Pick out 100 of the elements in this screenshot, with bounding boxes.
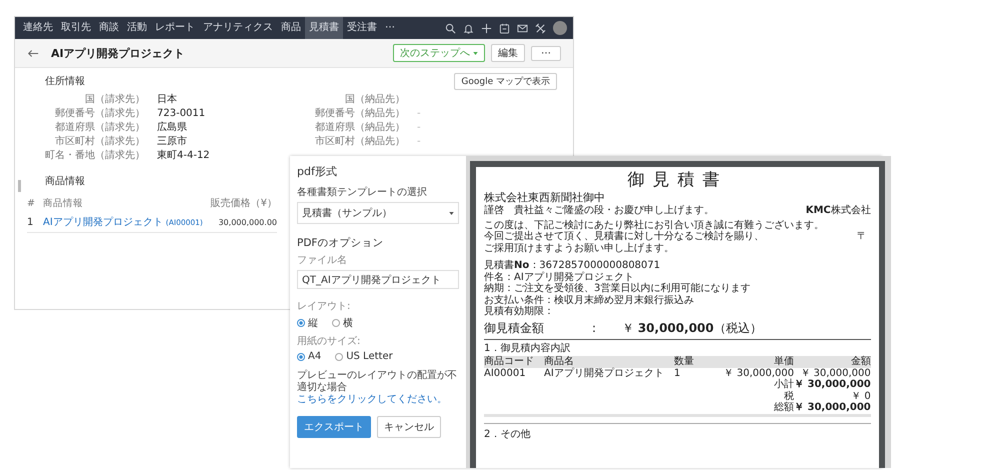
search-icon[interactable] (445, 22, 456, 34)
field-value: 東町4-4-12 (157, 148, 211, 162)
map-button[interactable]: Google マップで表示 (454, 72, 557, 90)
edit-button[interactable]: 編集 (491, 44, 525, 62)
resize-handle[interactable] (18, 180, 21, 192)
field-value: - (417, 122, 422, 132)
table-cell-text: AIアプリ開発プロジェクト (544, 368, 665, 379)
table-cell-text: AI00001 (484, 368, 527, 379)
nav-tab[interactable]: 活動 (123, 17, 151, 39)
amount-value: ￥ 30,000,000（税込） (622, 320, 762, 336)
radio-label: A4 (308, 351, 322, 362)
cancel-button[interactable]: キャンセル (377, 416, 441, 438)
filename-field[interactable]: QT_AIアプリ開発プロジェクト (297, 270, 459, 289)
field-label: 国（請求先） (84, 92, 146, 106)
detail-line: 見積有効期限： (484, 306, 555, 318)
nav-tab[interactable]: 商談 (95, 17, 123, 39)
body-text-line: ご採用頂けますようお願い申し上げます。 (484, 242, 674, 254)
product-link[interactable]: AIアプリ開発プロジェクト (43, 217, 163, 228)
field-label: 各種書類テンプレートの選択 (297, 186, 427, 199)
field-label: 用紙のサイズ: (297, 335, 360, 348)
radio-label: 縦 (308, 317, 318, 330)
caret-icon (473, 52, 478, 54)
mail-icon[interactable] (517, 22, 528, 34)
field-label: 市区町村（請求先） (54, 134, 146, 148)
radio-button[interactable] (335, 352, 344, 360)
total-label: 小計 (773, 379, 794, 390)
field-value: 723-0011 (157, 108, 206, 118)
section-title: PDFのオプション (297, 236, 384, 250)
column-header: 商品名 (544, 356, 575, 368)
calendar-icon[interactable] (499, 22, 510, 34)
greeting-text: 謹啓 貴社益々ご隆盛の段・お慶び申し上げます。 (484, 205, 714, 216)
more-button[interactable]: ⋯ (531, 46, 561, 60)
radio-label: US Letter (346, 351, 393, 362)
avatar[interactable] (553, 21, 567, 35)
radio-label: 横 (343, 316, 353, 330)
field-value: - (417, 136, 422, 146)
total-value: ￥ 0 (850, 390, 871, 402)
template-dropdown[interactable]: 見積書（サンプル） (297, 202, 459, 224)
column-header: 数量 (674, 356, 695, 368)
detail-line: 納期：ご注文を受領後、3営業日以内に利用可能になります (484, 283, 752, 294)
radio-button[interactable] (332, 319, 340, 327)
record-title: AIアプリ開発プロジェクト (51, 46, 185, 60)
field-label: 都道府県（請求先） (54, 120, 146, 134)
nav-tab[interactable]: 取引先 (57, 17, 95, 39)
total-value: ￥ 30,000,000 (794, 402, 871, 414)
field-label: レイアウト: (297, 300, 350, 313)
field-value: 三原市 (157, 134, 188, 148)
field-label: 郵便番号（請求先） (54, 106, 146, 120)
table-cell-text: ￥ 30,000,000 (799, 368, 871, 379)
document-title: 御見積書 (626, 170, 728, 191)
amount-label: 御見積金額 (484, 320, 545, 336)
postal-mark: 〒 (856, 231, 867, 242)
next-step-button[interactable]: 次のステップへ (393, 44, 485, 62)
section-heading: 1．御見積内容内訳 (484, 342, 572, 354)
column-header: 単価 (773, 356, 794, 368)
detail-line: 見積書No：3672857000000808071 (484, 260, 662, 272)
dialog-title: pdf形式 (297, 164, 337, 179)
nav-tab[interactable]: レポート (151, 17, 199, 39)
nav-tab[interactable]: 商品 (277, 17, 305, 39)
bell-icon[interactable] (463, 22, 474, 34)
section-title: 商品情報 (45, 174, 86, 188)
tools-icon[interactable] (535, 22, 546, 34)
addressee-text: 株式会社東西新聞社御中 (484, 191, 606, 204)
detail-line: お支払い条件：検収月末締め翌月末銀行振込み (484, 294, 695, 306)
field-value: 日本 (157, 92, 178, 106)
field-label: ファイル名 (297, 254, 347, 267)
field-label: 都道府県（納品先） (314, 120, 406, 134)
field-value: - (417, 108, 422, 118)
help-link[interactable]: こちらをクリックしてください。 (297, 394, 447, 406)
total-label: 税 (783, 390, 794, 402)
nav-tab[interactable]: 連絡先 (19, 17, 57, 39)
field-value: 広島県 (157, 120, 188, 134)
radio-button[interactable] (297, 352, 305, 360)
nav-tab[interactable]: 見積書 (305, 17, 343, 39)
total-label: 総額 (773, 402, 794, 414)
column-header: 販売価格（¥） (210, 196, 277, 210)
section-heading: 2．その他 (484, 422, 871, 440)
table-cell-text: ￥ 30,000,000 (722, 368, 794, 378)
field-label: 郵便番号（納品先） (314, 106, 406, 120)
column-header: 商品情報 (43, 196, 84, 210)
nav-tab[interactable]: アナリティクス (199, 17, 277, 39)
field-label: 市区町村（納品先） (314, 134, 406, 148)
body-text-line: この度は、下記ご検討にあたり弊社にお引合い頂き誠に有難うございます。 (484, 220, 824, 230)
field-label: 国（納品先） (344, 92, 406, 106)
column-header: # (27, 198, 36, 208)
back-arrow-icon[interactable] (27, 48, 39, 58)
amount-separator: : (592, 320, 598, 334)
column-header: 金額 (850, 356, 871, 368)
body-text-line: 今回ご提出させて頂く、見積書に対し十分なるご検討を賜り、 (484, 231, 764, 242)
caret-icon (449, 212, 454, 214)
note-text: プレビューのレイアウトの配置が不適切な場合 (297, 370, 458, 394)
table-cell-text: 1 (27, 216, 34, 228)
nav-tab[interactable]: 受注書 (343, 17, 381, 39)
more-tabs-button[interactable]: ⋯ (381, 17, 399, 39)
table-cell-text: 30,000,000.00 (217, 218, 277, 226)
radio-button[interactable] (297, 319, 305, 327)
company-name: KMC株式会社 (806, 205, 871, 216)
detail-line: 件名：AIアプリ開発プロジェクト (484, 272, 635, 282)
plus-icon[interactable] (481, 22, 492, 34)
column-header: 商品コード (484, 356, 535, 368)
